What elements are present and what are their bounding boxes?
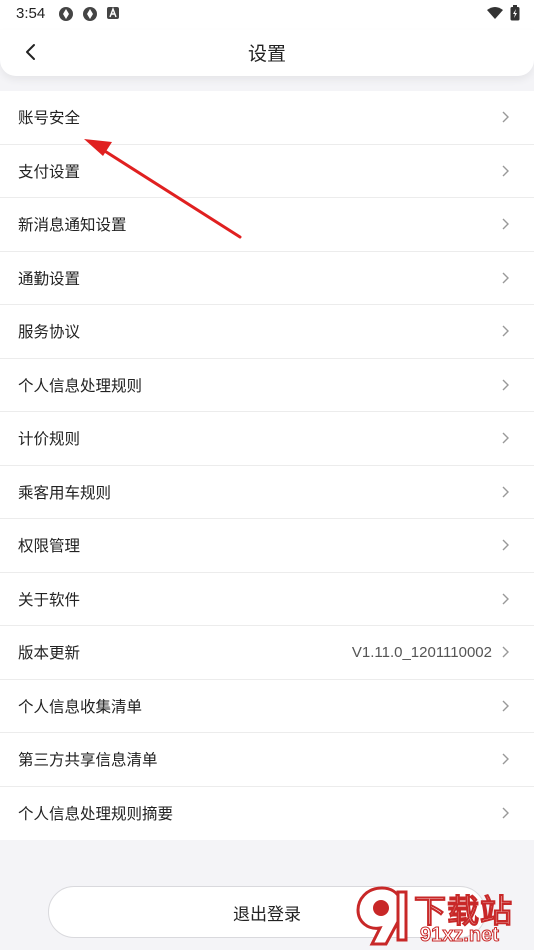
menu-item-label: 权限管理: [18, 537, 81, 556]
menu-item-version-update[interactable]: 版本更新 V1.11.0_1201110002: [0, 626, 534, 680]
menu-item-label: 个人信息收集清单: [18, 697, 143, 716]
menu-item-label: 账号安全: [18, 109, 81, 128]
menu-item-payment-settings[interactable]: 支付设置: [0, 145, 534, 198]
settings-list: 账号安全 支付设置 新消息通知设置 通勤设置 服务协议 个人信息处理规则 计价规…: [0, 91, 534, 840]
menu-item-info-collection-list[interactable]: 个人信息收集清单: [0, 680, 534, 733]
chevron-right-icon: [502, 379, 509, 391]
chevron-right-icon: [502, 111, 509, 123]
menu-item-pricing-rules[interactable]: 计价规则: [0, 412, 534, 466]
menu-item-service-agreement[interactable]: 服务协议: [0, 305, 534, 359]
chevron-right-icon: [502, 753, 509, 765]
chevron-right-icon: [502, 218, 509, 230]
menu-item-notification-settings[interactable]: 新消息通知设置: [0, 198, 534, 252]
app-icon-1: [59, 7, 73, 21]
version-value: V1.11.0_1201110002: [351, 643, 492, 661]
watermark-url: 91xz.net: [420, 924, 500, 947]
menu-item-label: 乘客用车规则: [18, 483, 112, 502]
wifi-icon: [487, 7, 503, 19]
status-bar: 3:54: [0, 0, 534, 30]
chevron-right-icon: [502, 700, 509, 712]
header-bar: 设置: [0, 30, 534, 76]
menu-item-label: 关于软件: [18, 590, 81, 609]
a-icon: [107, 7, 119, 19]
chevron-right-icon: [502, 646, 509, 658]
chevron-right-icon: [502, 165, 509, 177]
battery-icon: [510, 5, 520, 21]
menu-item-label: 支付设置: [18, 162, 81, 181]
menu-item-label: 计价规则: [18, 430, 81, 449]
watermark-emblem-icon: [356, 886, 408, 946]
chevron-right-icon: [502, 432, 509, 444]
status-icons-left: [58, 6, 120, 22]
menu-item-label: 服务协议: [18, 323, 81, 342]
menu-item-privacy-rules-summary[interactable]: 个人信息处理规则摘要: [0, 787, 534, 841]
chevron-right-icon: [502, 593, 509, 605]
app-icon-2: [83, 7, 97, 21]
menu-item-permission-management[interactable]: 权限管理: [0, 519, 534, 573]
menu-item-label: 个人信息处理规则摘要: [18, 805, 174, 824]
menu-item-label: 通勤设置: [18, 269, 81, 288]
chevron-right-icon: [502, 325, 509, 337]
menu-item-account-security[interactable]: 账号安全: [0, 91, 534, 145]
status-icons-right: [486, 5, 520, 21]
status-time: 3:54: [16, 5, 46, 22]
menu-item-passenger-rules[interactable]: 乘客用车规则: [0, 466, 534, 519]
chevron-right-icon: [502, 539, 509, 551]
menu-item-about[interactable]: 关于软件: [0, 573, 534, 626]
menu-item-third-party-sharing-list[interactable]: 第三方共享信息清单: [0, 733, 534, 787]
menu-item-label: 第三方共享信息清单: [18, 751, 158, 770]
watermark-logo: 下载站 91xz.net: [354, 884, 530, 950]
menu-item-commute-settings[interactable]: 通勤设置: [0, 252, 534, 305]
page-title: 设置: [247, 43, 286, 65]
menu-item-label: 新消息通知设置: [18, 216, 127, 235]
menu-item-label: 个人信息处理规则: [18, 376, 143, 395]
chevron-right-icon: [502, 807, 509, 819]
menu-item-privacy-rules[interactable]: 个人信息处理规则: [0, 359, 534, 412]
menu-item-label: 版本更新: [18, 644, 81, 663]
chevron-right-icon: [502, 486, 509, 498]
chevron-right-icon: [502, 272, 509, 284]
